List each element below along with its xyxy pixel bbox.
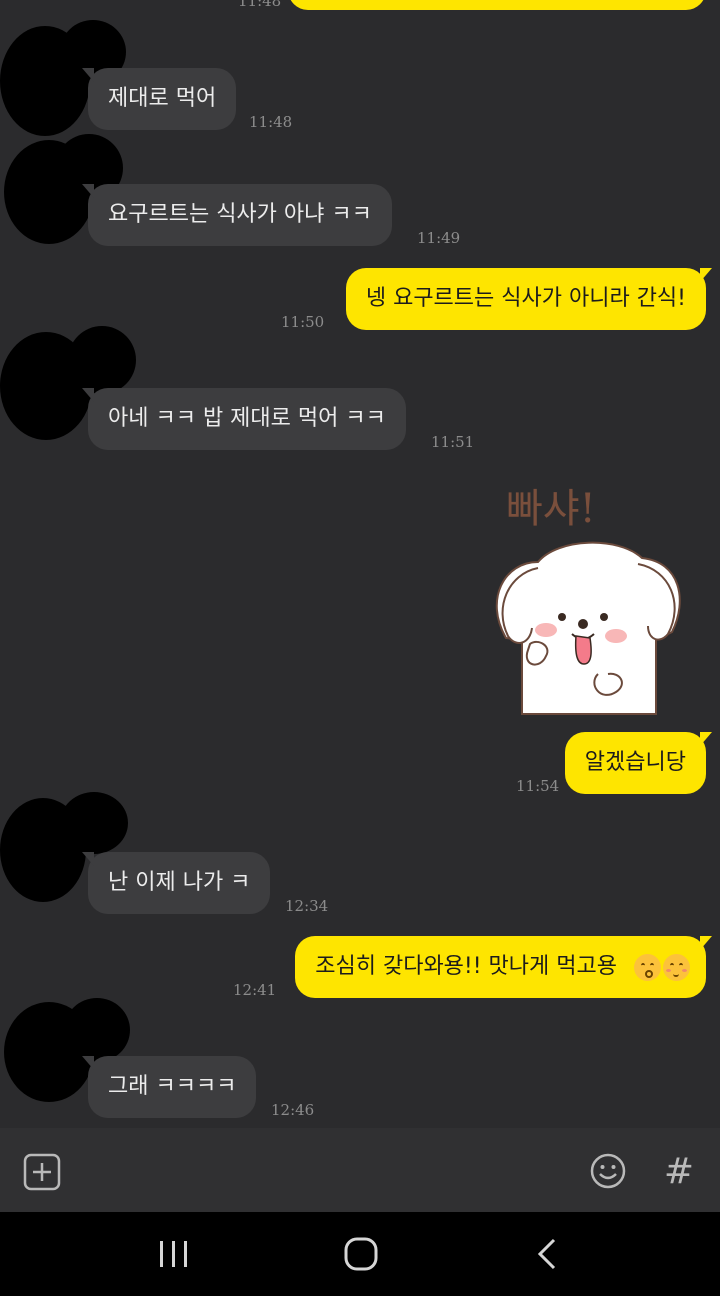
kissing-face-emoji	[634, 953, 661, 981]
message-bubble-incoming[interactable]: 난 이제 나가 ㅋ	[81, 852, 271, 914]
message-bubble-incoming[interactable]: 아네 ㅋㅋ 밥 제대로 먹어 ㅋㅋ	[82, 388, 406, 450]
message-bubble-outgoing[interactable]: 알겠습니당	[564, 732, 713, 794]
puppy-sticker[interactable]: 빠샤!	[488, 478, 698, 728]
message-time: 12:34	[285, 897, 329, 915]
smiling-face-emoji	[663, 953, 690, 981]
message-input-bar[interactable]: #	[0, 1128, 720, 1212]
message-time: 11:48	[249, 113, 293, 131]
message-time: 11:54	[516, 777, 560, 795]
message-time: 11:49	[417, 229, 461, 247]
back-icon[interactable]	[508, 1226, 588, 1282]
svg-text:빠샤!: 빠샤!	[506, 486, 596, 532]
message-time: 12:46	[271, 1101, 315, 1119]
message-text: 조심히 갖다와용!! 맛나게 먹고용	[315, 954, 617, 979]
message-time: 11:48	[238, 0, 282, 10]
message-bubble-outgoing-cutoff[interactable]	[288, 0, 706, 10]
puppy-sticker-image: 빠샤!	[495, 486, 681, 715]
message-bubble-outgoing[interactable]: 조심히 갖다와용!! 맛나게 먹고용	[295, 936, 712, 998]
message-bubble-incoming[interactable]: 그래 ㅋㅋㅋㅋ	[81, 1056, 257, 1118]
message-bubble-incoming[interactable]: 요구르트는 식사가 아냐 ㅋㅋ	[82, 184, 392, 246]
hashtag-icon[interactable]: #	[656, 1148, 702, 1194]
message-bubble-outgoing[interactable]: 넹 요구르트는 식사가 아니라 간식!	[345, 268, 713, 330]
recent-apps-icon[interactable]	[134, 1226, 214, 1282]
system-navigation-bar	[0, 1212, 720, 1296]
message-time: 11:50	[281, 313, 325, 331]
message-bubble-incoming[interactable]: 제대로 먹어	[81, 68, 237, 130]
message-time: 12:41	[233, 981, 277, 999]
emoji-smile-icon[interactable]	[585, 1148, 631, 1194]
plus-square-icon[interactable]	[20, 1150, 64, 1194]
chat-area[interactable]: 11:48 제대로 먹어 11:48 요구르트는 식사가 아냐 ㅋㅋ 11:49…	[0, 0, 720, 1128]
message-time: 11:51	[431, 433, 475, 451]
home-icon[interactable]	[321, 1226, 401, 1282]
